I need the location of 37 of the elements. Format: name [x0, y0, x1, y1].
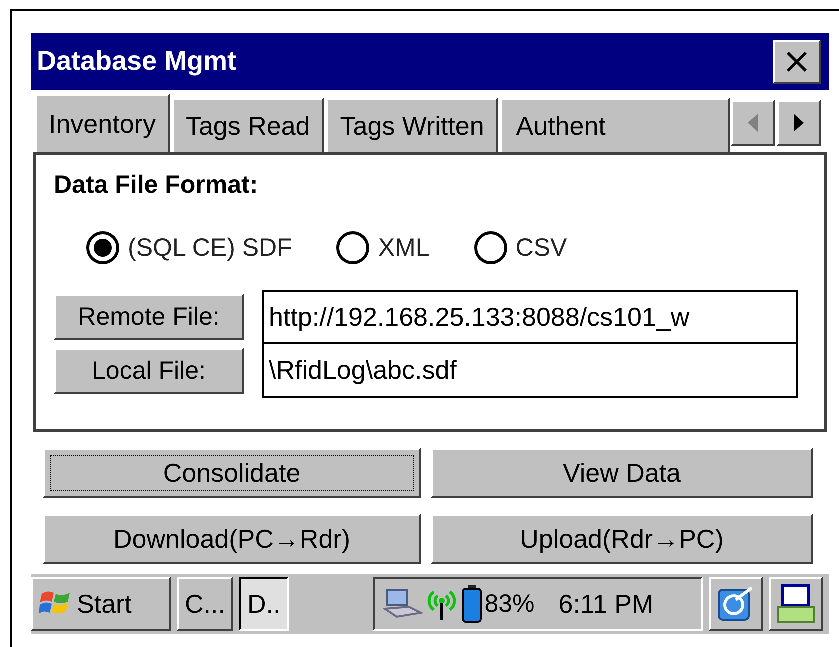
- tab[interactable]: Tags Written: [326, 98, 498, 152]
- input-panel-button[interactable]: [708, 577, 763, 631]
- radio-button[interactable]: [474, 231, 508, 265]
- taskbar-button[interactable]: D..: [239, 577, 289, 631]
- radio-button[interactable]: [336, 231, 370, 265]
- left-triangle-icon: [748, 114, 758, 132]
- start-label: Start: [77, 588, 132, 620]
- radio-label: XML: [378, 234, 430, 262]
- tab[interactable]: Authent: [500, 98, 730, 152]
- action-button[interactable]: Upload(Rdr→PC): [431, 514, 813, 564]
- close-button[interactable]: [773, 40, 821, 84]
- right-triangle-icon: [794, 114, 804, 132]
- file-path-field[interactable]: \RfidLog\abc.sdf: [262, 344, 798, 398]
- action-button[interactable]: Download(PC→Rdr): [43, 514, 421, 564]
- app-icon: [716, 584, 756, 624]
- scroll-right-button[interactable]: [777, 100, 821, 146]
- tab[interactable]: Inventory: [35, 94, 170, 152]
- file-button[interactable]: Local File:: [54, 348, 244, 394]
- clock: 6:11 PM: [558, 588, 654, 620]
- start-button[interactable]: Start: [31, 577, 171, 631]
- radio-label: (SQL CE) SDF: [128, 234, 292, 262]
- tab[interactable]: Tags Read: [172, 98, 324, 152]
- window-title: Database Mgmt: [37, 46, 237, 77]
- keyboard-icon: [774, 583, 817, 625]
- network-computer-icon[interactable]: [382, 587, 423, 621]
- format-label: Data File Format:: [54, 171, 260, 200]
- action-button[interactable]: View Data: [431, 448, 813, 498]
- radio-label: CSV: [516, 234, 568, 262]
- taskbar-button[interactable]: C...: [177, 577, 234, 631]
- file-path-field[interactable]: http://192.168.25.133:8088/cs101_w: [262, 290, 798, 344]
- battery-percent: 83%: [484, 590, 535, 618]
- close-icon: [785, 50, 809, 74]
- radio-button[interactable]: [86, 231, 120, 265]
- battery-icon[interactable]: [460, 584, 483, 624]
- file-button[interactable]: Remote File:: [54, 294, 244, 340]
- action-button[interactable]: Consolidate: [43, 448, 421, 498]
- keyboard-button[interactable]: [768, 577, 823, 631]
